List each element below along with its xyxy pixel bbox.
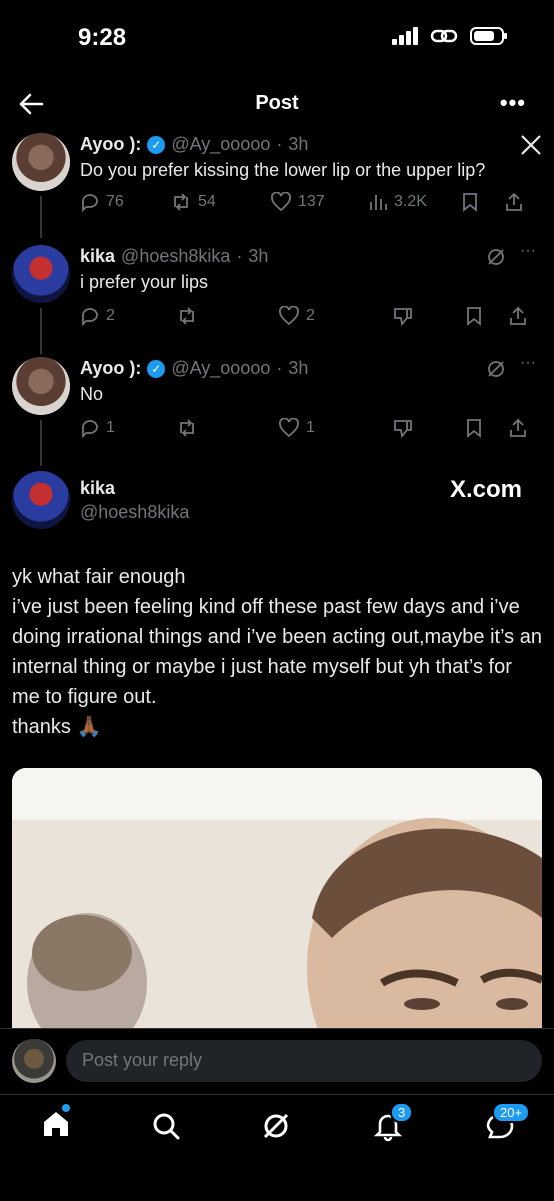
view-count: 3.2K [394, 193, 427, 210]
thumbs-down-icon[interactable] [392, 306, 414, 326]
photo-graphic [12, 768, 542, 1028]
like-button[interactable]: 137 [270, 192, 368, 212]
heart-icon [279, 418, 299, 438]
like-count: 137 [298, 193, 325, 210]
separator-dot: · [236, 246, 243, 266]
repost-icon [174, 193, 188, 211]
reply-icon [82, 420, 98, 438]
thread-line [40, 420, 42, 466]
notifications-badge: 3 [390, 1102, 414, 1123]
x-logo-icon [521, 135, 541, 155]
tab-messages[interactable]: 20+ [484, 1102, 531, 1147]
tweet-text: Do you prefer kissing the lower lip or t… [80, 160, 486, 180]
verified-badge-icon: ✓ [147, 135, 166, 154]
repost-count: 54 [198, 193, 216, 210]
post-image[interactable] [12, 768, 542, 1028]
tweet-time: 3h [288, 134, 309, 154]
like-count: 1 [306, 419, 315, 436]
heart-icon [271, 192, 291, 212]
avatar[interactable] [12, 471, 70, 529]
signal-icon [392, 27, 418, 45]
heart-icon [279, 306, 299, 326]
repost-icon [180, 307, 194, 325]
repost-button[interactable] [176, 418, 278, 438]
messages-badge: 20+ [492, 1102, 531, 1123]
my-avatar[interactable] [12, 1039, 56, 1083]
tab-search[interactable] [150, 1110, 182, 1147]
xcom-watermark: X.com [450, 476, 523, 503]
tweet-time: 3h [288, 358, 309, 378]
share-icon[interactable] [508, 418, 528, 438]
like-button[interactable]: 1 [278, 418, 392, 438]
thread-line [40, 196, 42, 238]
reply-placeholder: Post your reply [82, 1050, 203, 1070]
views-chart-icon [370, 195, 387, 210]
avatar[interactable] [12, 357, 70, 415]
tab-grok[interactable] [260, 1110, 292, 1147]
reply-button[interactable]: 76 [80, 192, 170, 212]
separator-dot: · [276, 134, 283, 154]
reply-button[interactable]: 2 [80, 306, 176, 326]
tab-home[interactable] [40, 1104, 72, 1145]
search-icon [153, 1113, 180, 1140]
display-name[interactable]: Ayoo ): [80, 358, 141, 379]
tweet-actions: 1 1 [80, 418, 540, 438]
reply-count: 2 [106, 307, 115, 324]
display-name[interactable]: Ayoo ): [80, 134, 141, 155]
avatar[interactable] [12, 133, 70, 191]
grok-icon [263, 1113, 289, 1139]
tweet-actions: 76 54 137 3.2K [80, 192, 540, 212]
user-handle[interactable]: @hoesh8kika [121, 246, 230, 267]
tab-notifications[interactable]: 3 [372, 1102, 414, 1147]
more-options-icon[interactable]: ••• [500, 90, 526, 116]
status-icons [392, 26, 508, 46]
home-dot [62, 1104, 70, 1112]
share-icon[interactable] [504, 192, 524, 212]
user-handle[interactable]: @Ay_ooooo [171, 358, 270, 379]
user-handle[interactable]: @Ay_ooooo [171, 134, 270, 155]
tweet-header: kika @hoesh8kika · 3h [80, 246, 268, 267]
reply-count: 1 [106, 419, 115, 436]
like-count: 2 [306, 307, 315, 324]
display-name[interactable]: kika [80, 246, 115, 267]
repost-button[interactable] [176, 306, 278, 326]
tweet-actions: 2 2 [80, 306, 540, 326]
thumbs-down-icon[interactable] [392, 418, 414, 438]
battery-icon [470, 27, 507, 45]
status-time: 9:28 [78, 24, 127, 51]
tweet-time: 3h [248, 246, 269, 266]
post-text: yk what fair enough i’ve just been feeli… [12, 566, 542, 738]
tweet-text: No [80, 384, 104, 404]
grok-icon[interactable] [486, 247, 506, 267]
home-icon [44, 1112, 68, 1136]
share-icon[interactable] [508, 306, 528, 326]
display-name[interactable]: kika [80, 478, 115, 499]
reply-icon [82, 194, 98, 212]
bookmark-icon[interactable] [460, 192, 480, 212]
tweet-text: i prefer your lips [80, 272, 209, 292]
avatar[interactable] [12, 245, 70, 303]
tweet-more-icon[interactable]: ··· [520, 354, 536, 372]
repost-icon [180, 419, 194, 437]
views-button[interactable]: 3.2K [368, 192, 460, 212]
page-title: Post [255, 92, 299, 114]
bookmark-icon[interactable] [464, 418, 484, 438]
verified-badge-icon: ✓ [147, 359, 166, 378]
reply-count: 76 [106, 193, 124, 210]
reply-icon [82, 308, 98, 326]
tweet-header: Ayoo ): ✓ @Ay_ooooo · 3h [80, 134, 308, 155]
like-button[interactable]: 2 [278, 306, 392, 326]
grok-icon[interactable] [486, 359, 506, 379]
separator-dot: · [276, 358, 283, 378]
thread-line [40, 308, 42, 354]
user-handle[interactable]: @hoesh8kika [80, 502, 189, 523]
repost-button[interactable]: 54 [170, 192, 270, 212]
reply-button[interactable]: 1 [80, 418, 176, 438]
bookmark-icon[interactable] [464, 306, 484, 326]
tweet-header: Ayoo ): ✓ @Ay_ooooo · 3h [80, 358, 308, 379]
link-icon [430, 29, 458, 43]
tweet-more-icon[interactable]: ··· [520, 242, 536, 260]
